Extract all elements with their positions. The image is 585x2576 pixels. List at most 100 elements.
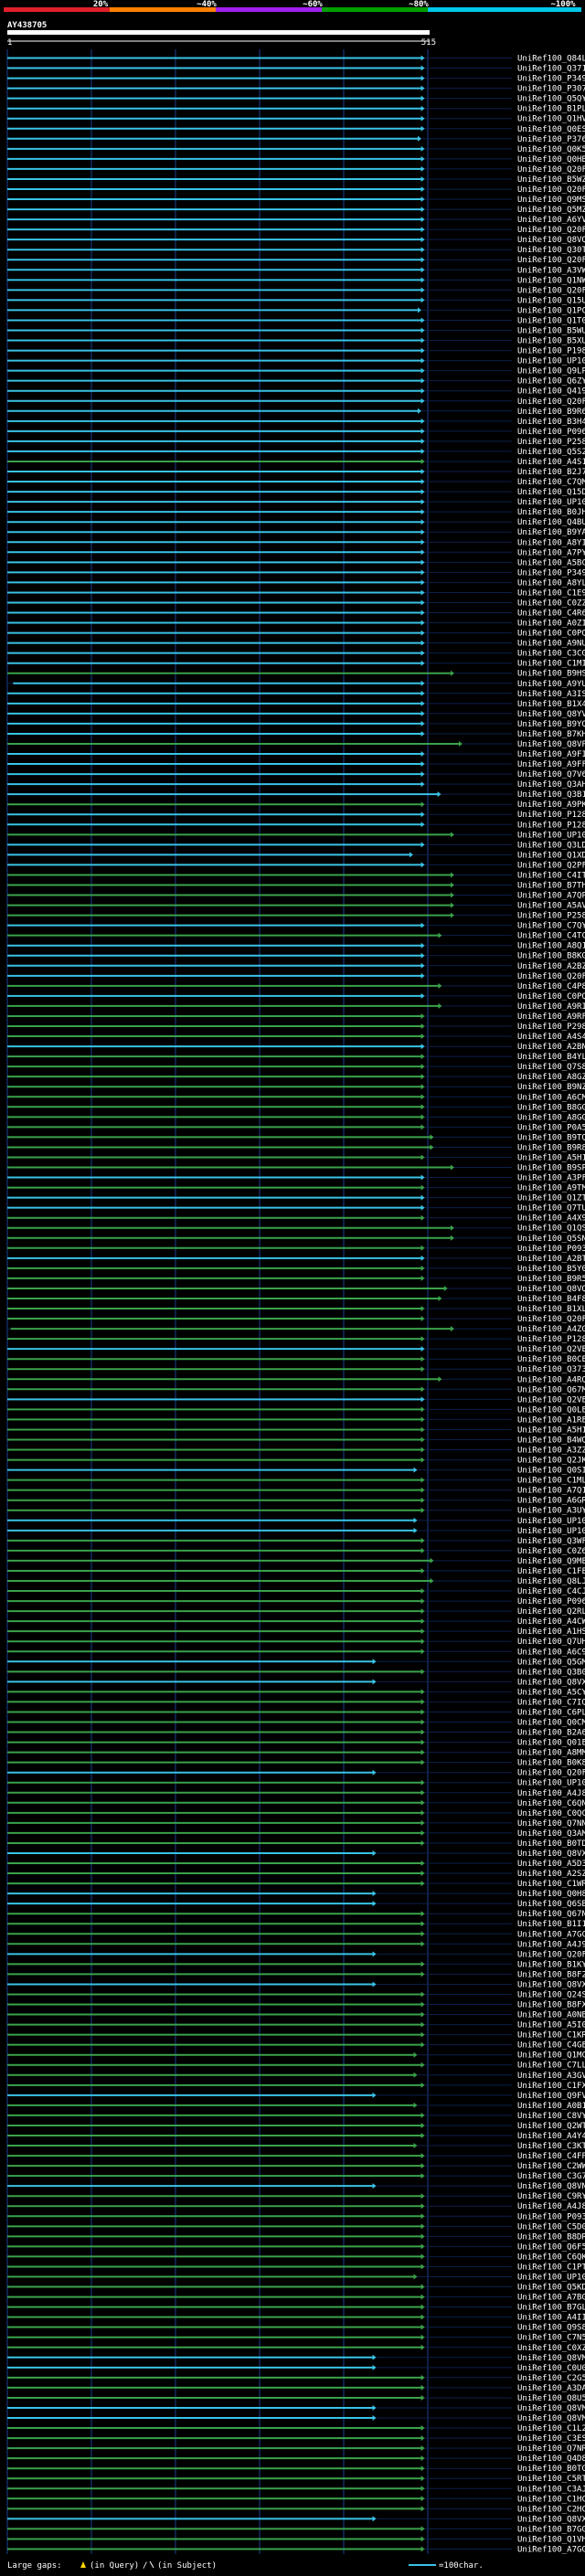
hit-label[interactable]: UniRef100_C8VY01 bbox=[517, 2112, 585, 2121]
hit-label[interactable]: UniRef100_A0NB68 bbox=[517, 2011, 585, 2020]
hit-label[interactable]: UniRef100_Q37322 bbox=[517, 1365, 585, 1374]
hit-label[interactable]: UniRef100_B5Y0C9 bbox=[517, 1265, 585, 1274]
hit-label[interactable]: UniRef100_P25857 bbox=[517, 912, 585, 921]
hit-label[interactable]: UniRef100_Q8VNU0 bbox=[517, 2182, 585, 2191]
hit-label[interactable]: UniRef100_B8GGY8 bbox=[517, 1103, 585, 1112]
hit-label[interactable]: UniRef100_B5XUF5 bbox=[517, 337, 585, 346]
hit-label[interactable]: UniRef100_Q24SJ9 bbox=[517, 1990, 585, 1999]
hit-label[interactable]: UniRef100_A4RQR7 bbox=[517, 1375, 585, 1384]
hit-label[interactable]: UniRef100_Q67NW3 bbox=[517, 1910, 585, 1919]
hit-label[interactable]: UniRef100_B7KHE8 bbox=[517, 730, 585, 739]
hit-label[interactable]: UniRef100_Q2JKW5 bbox=[517, 1457, 585, 1466]
hit-label[interactable]: UniRef100_Q8VMN8 bbox=[517, 2404, 585, 2413]
hit-label[interactable]: UniRef100_C3G7M5 bbox=[517, 2172, 585, 2181]
hit-label[interactable]: UniRef100_Q2PF5A bbox=[517, 861, 585, 870]
hit-label[interactable]: UniRef100_Q8VX64 bbox=[517, 1678, 585, 1687]
hit-label[interactable]: UniRef100_B9TQJ4 bbox=[517, 1133, 585, 1142]
hit-label[interactable]: UniRef100_P19866 bbox=[517, 347, 585, 356]
hit-label[interactable]: UniRef100_C4TCS1 bbox=[517, 932, 585, 941]
hit-label[interactable]: UniRef100_UP1000... bbox=[517, 498, 585, 507]
hit-label[interactable]: UniRef100_B9R8R3 bbox=[517, 1143, 585, 1152]
hit-label[interactable]: UniRef100_P29844 bbox=[517, 1023, 585, 1032]
hit-label[interactable]: UniRef100_A7GCE0 bbox=[517, 1930, 585, 1939]
hit-label[interactable]: UniRef100_P12859 bbox=[517, 811, 585, 820]
hit-label[interactable]: UniRef100_P0A505 bbox=[517, 1123, 585, 1132]
hit-label[interactable]: UniRef100_A7PYZ7 bbox=[517, 548, 585, 557]
hit-label[interactable]: UniRef100_Q41919 bbox=[517, 387, 585, 397]
hit-label[interactable]: UniRef100_B9YQ45 bbox=[517, 720, 585, 729]
hit-label[interactable]: UniRef100_A9YUY0 bbox=[517, 680, 585, 689]
hit-label[interactable]: UniRef100_C1MIF7 bbox=[517, 660, 585, 669]
hit-label[interactable]: UniRef100_P34917 bbox=[517, 568, 585, 578]
hit-label[interactable]: UniRef100_A2SZM4 bbox=[517, 1870, 585, 1879]
hit-label[interactable]: UniRef100_A1HSR3 bbox=[517, 1627, 585, 1637]
hit-label[interactable]: UniRef100_Q20FB8 bbox=[517, 398, 585, 407]
hit-label[interactable]: UniRef100_A3VW41 bbox=[517, 266, 585, 275]
hit-label[interactable]: UniRef100_A8GZJ0 bbox=[517, 1073, 585, 1082]
hit-label[interactable]: UniRef100_A3IS86 bbox=[517, 690, 585, 699]
hit-label[interactable]: UniRef100_Q3WFD2 bbox=[517, 1537, 585, 1546]
hit-label[interactable]: UniRef100_P09315 bbox=[517, 1245, 585, 1254]
hit-label[interactable]: UniRef100_B8F2G2 bbox=[517, 1970, 585, 1979]
hit-label[interactable]: UniRef100_C1WRH1 bbox=[517, 1880, 585, 1889]
hit-label[interactable]: UniRef100_Q0CMH4 bbox=[517, 1719, 585, 1728]
hit-label[interactable]: UniRef100_Q15D19 bbox=[517, 488, 585, 497]
hit-label[interactable]: UniRef100_A4ZGB6 bbox=[517, 1325, 585, 1334]
hit-label[interactable]: UniRef100_C0U0I8 bbox=[517, 2364, 585, 2373]
hit-label[interactable]: UniRef100_C7IQW5 bbox=[517, 1698, 585, 1707]
hit-label[interactable]: UniRef100_B0CEV1 bbox=[517, 1355, 585, 1364]
hit-label[interactable]: UniRef100_Q0K562 bbox=[517, 145, 585, 154]
hit-label[interactable]: UniRef100_A9FF03 bbox=[517, 760, 585, 769]
hit-label[interactable]: UniRef100_B0K870 bbox=[517, 1759, 585, 1768]
hit-label[interactable]: UniRef100_Q6SBP4 bbox=[517, 1900, 585, 1909]
hit-label[interactable]: UniRef100_A4X9Y3 bbox=[517, 1214, 585, 1224]
hit-label[interactable]: UniRef100_Q20FB4 bbox=[517, 1315, 585, 1324]
hit-label[interactable]: UniRef100_Q8LJ80 bbox=[517, 1577, 585, 1586]
hit-label[interactable]: UniRef100_B5WZS9 bbox=[517, 175, 585, 185]
hit-label[interactable]: UniRef100_A9PK22 bbox=[517, 800, 585, 810]
hit-label[interactable]: UniRef100_A6CMB9 bbox=[517, 1093, 585, 1102]
hit-label[interactable]: UniRef100_Q8VXM5 bbox=[517, 2515, 585, 2524]
hit-label[interactable]: UniRef100_C1KR24 bbox=[517, 2031, 585, 2041]
hit-label[interactable]: UniRef100_Q5GMV9 bbox=[517, 1658, 585, 1667]
hit-label[interactable]: UniRef100_P12860 bbox=[517, 1335, 585, 1344]
hit-label[interactable]: UniRef100_A5AV39 bbox=[517, 902, 585, 911]
hit-label[interactable]: UniRef100_B4WQW0 bbox=[517, 1436, 585, 1445]
hit-label[interactable]: UniRef100_C1FX48 bbox=[517, 2082, 585, 2091]
hit-label[interactable]: UniRef100_Q5S245 bbox=[517, 448, 585, 457]
hit-label[interactable]: UniRef100_Q7V6C2 bbox=[517, 770, 585, 779]
hit-label[interactable]: UniRef100_Q0ES73 bbox=[517, 125, 585, 134]
hit-label[interactable]: UniRef100_B9R5S0 bbox=[517, 1275, 585, 1284]
hit-label[interactable]: UniRef100_B2A6S2 bbox=[517, 1729, 585, 1738]
hit-label[interactable]: UniRef100_Q20FC4 bbox=[517, 286, 585, 295]
hit-label[interactable]: UniRef100_C0XZL5 bbox=[517, 2344, 585, 2353]
hit-label[interactable]: UniRef100_Q67ME4 bbox=[517, 1385, 585, 1394]
hit-label[interactable]: UniRef100_B7GL28 bbox=[517, 2304, 585, 2313]
hit-label[interactable]: UniRef100_A4J8U1 bbox=[517, 1789, 585, 1798]
hit-label[interactable]: UniRef100_P25856 bbox=[517, 438, 585, 447]
hit-label[interactable]: UniRef100_A1RE08 bbox=[517, 1415, 585, 1425]
hit-label[interactable]: UniRef100_B4F8L7 bbox=[517, 1295, 585, 1304]
hit-label[interactable]: UniRef100_Q7TU10 bbox=[517, 1204, 585, 1214]
hit-label[interactable]: UniRef100_Q20FC1 bbox=[517, 1950, 585, 1959]
hit-label[interactable]: UniRef100_Q1QSA2 bbox=[517, 1224, 585, 1234]
hit-label[interactable]: UniRef100_C0Z6L7 bbox=[517, 1547, 585, 1556]
hit-label[interactable]: UniRef100_C7QY70 bbox=[517, 922, 585, 931]
hit-label[interactable]: UniRef100_B9YA33 bbox=[517, 528, 585, 537]
hit-label[interactable]: UniRef100_C1E935 bbox=[517, 588, 585, 598]
hit-label[interactable]: UniRef100_C2G5W8 bbox=[517, 2374, 585, 2383]
hit-label[interactable]: UniRef100_C7LL78 bbox=[517, 2062, 585, 2071]
hit-label[interactable]: UniRef100_Q8VX58 bbox=[517, 1850, 585, 1859]
hit-label[interactable]: UniRef100_Q7NR56 bbox=[517, 2444, 585, 2454]
hit-label[interactable]: UniRef100_B1X419 bbox=[517, 700, 585, 709]
hit-label[interactable]: UniRef100_Q5MZ11 bbox=[517, 206, 585, 215]
hit-label[interactable]: UniRef100_Q1XDN6 bbox=[517, 851, 585, 860]
hit-label[interactable]: UniRef100_P37648 bbox=[517, 135, 585, 144]
hit-label[interactable]: UniRef100_A7Q1A1 bbox=[517, 1487, 585, 1496]
hit-label[interactable]: UniRef100_Q9S8R4 bbox=[517, 2324, 585, 2333]
hit-label[interactable]: UniRef100_Q1NW18 bbox=[517, 276, 585, 285]
hit-label[interactable]: UniRef100_A6GRH9 bbox=[517, 1497, 585, 1506]
hit-label[interactable]: UniRef100_Q20FC6 bbox=[517, 256, 585, 265]
hit-label[interactable]: UniRef100_C3CGU0 bbox=[517, 650, 585, 659]
hit-label[interactable]: UniRef100_Q6F5U7 bbox=[517, 2242, 585, 2252]
